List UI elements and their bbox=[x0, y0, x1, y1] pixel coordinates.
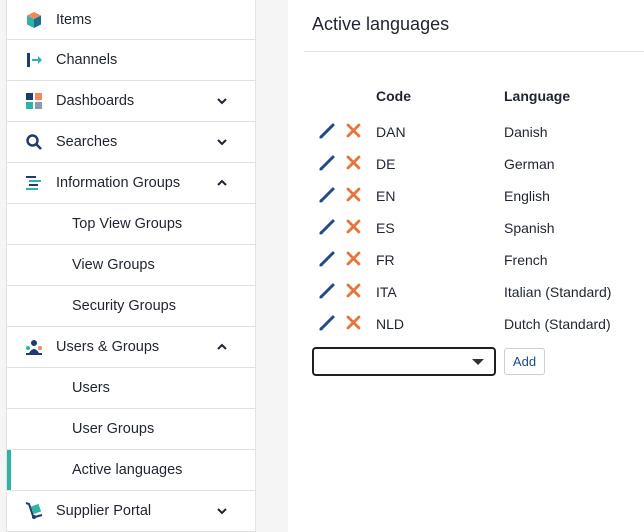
add-button[interactable]: Add bbox=[504, 348, 545, 375]
sidebar-item-label: Information Groups bbox=[56, 175, 181, 191]
sidebar-item-label: Security Groups bbox=[72, 298, 176, 314]
language-code: NLD bbox=[376, 316, 405, 332]
sidebar-item-label: View Groups bbox=[72, 257, 155, 273]
delete-x-icon[interactable] bbox=[346, 219, 361, 234]
language-code: DAN bbox=[376, 124, 406, 140]
language-code: EN bbox=[376, 188, 396, 204]
pencil-icon[interactable] bbox=[318, 154, 336, 172]
sidebar-item-label: Channels bbox=[56, 52, 118, 68]
sidebar-item-users-groups[interactable]: Users & Groups bbox=[7, 327, 255, 368]
sidebar-item-label: Users & Groups bbox=[56, 339, 160, 355]
pencil-icon[interactable] bbox=[318, 314, 336, 332]
sidebar-item-label: Items bbox=[56, 11, 92, 28]
sidebar-item-active-languages[interactable]: Active languages bbox=[7, 450, 255, 491]
sidebar-item-label: Users bbox=[72, 380, 110, 396]
sidebar-item-users[interactable]: Users bbox=[7, 368, 255, 409]
language-code: DE bbox=[376, 156, 396, 172]
delete-x-icon[interactable] bbox=[346, 123, 361, 138]
table-row: EN English bbox=[288, 180, 644, 212]
table-row: DAN Danish bbox=[288, 116, 644, 148]
table-row: NLD Dutch (Standard) bbox=[288, 308, 644, 340]
channel-arrow-icon bbox=[24, 50, 44, 70]
list-icon bbox=[24, 173, 44, 193]
sidebar-item-channels[interactable]: Channels bbox=[7, 40, 255, 81]
delete-x-icon[interactable] bbox=[346, 251, 361, 266]
language-code: FR bbox=[376, 252, 395, 268]
search-icon bbox=[24, 132, 44, 152]
users-icon bbox=[24, 337, 44, 357]
language-code: ITA bbox=[376, 284, 397, 300]
pencil-icon[interactable] bbox=[318, 122, 336, 140]
language-name: French bbox=[504, 252, 548, 268]
sidebar-item-user-groups[interactable]: User Groups bbox=[7, 409, 255, 450]
pencil-icon[interactable] bbox=[318, 186, 336, 204]
pencil-icon[interactable] bbox=[318, 218, 336, 236]
sidebar-item-label: Top View Groups bbox=[72, 216, 183, 232]
chevron-down-icon[interactable] bbox=[215, 504, 229, 518]
language-name: Italian (Standard) bbox=[504, 284, 612, 300]
hand-truck-icon bbox=[24, 501, 44, 521]
sidebar-item-label: Dashboards bbox=[56, 93, 135, 109]
sidebar-item-searches[interactable]: Searches bbox=[7, 122, 255, 163]
page-title: Active languages bbox=[312, 14, 450, 34]
sidebar-item-items[interactable]: Items bbox=[7, 0, 255, 40]
sidebar: Items Channels Dashboards Searches Infor… bbox=[6, 0, 256, 532]
language-select[interactable] bbox=[312, 347, 496, 376]
sidebar-item-label: Searches bbox=[56, 134, 118, 150]
sidebar-item-label: Supplier Portal bbox=[56, 503, 152, 519]
language-name: Dutch (Standard) bbox=[504, 316, 611, 332]
column-header-code: Code bbox=[376, 88, 411, 104]
chevron-down-icon[interactable] bbox=[215, 135, 229, 149]
chevron-up-icon[interactable] bbox=[215, 340, 229, 354]
dashboard-grid-icon bbox=[24, 91, 44, 111]
pencil-icon[interactable] bbox=[318, 282, 336, 300]
language-name: Danish bbox=[504, 124, 548, 140]
sidebar-item-label: Active languages bbox=[72, 462, 183, 478]
delete-x-icon[interactable] bbox=[346, 187, 361, 202]
pencil-icon[interactable] bbox=[318, 250, 336, 268]
language-code: ES bbox=[376, 220, 395, 236]
sidebar-item-dashboards[interactable]: Dashboards bbox=[7, 81, 255, 122]
delete-x-icon[interactable] bbox=[346, 283, 361, 298]
table-row: ES Spanish bbox=[288, 212, 644, 244]
language-name: Spanish bbox=[504, 220, 555, 236]
chevron-down-icon[interactable] bbox=[215, 94, 229, 108]
table-row: DE German bbox=[288, 148, 644, 180]
language-name: English bbox=[504, 188, 550, 204]
main-panel: Active languages Code Language DAN Danish… bbox=[288, 0, 644, 532]
title-divider bbox=[304, 51, 644, 52]
sidebar-item-view-groups[interactable]: View Groups bbox=[7, 245, 255, 286]
chevron-up-icon[interactable] bbox=[215, 176, 229, 190]
delete-x-icon[interactable] bbox=[346, 315, 361, 330]
sidebar-item-supplier-portal[interactable]: Supplier Portal bbox=[7, 491, 255, 532]
sidebar-item-information-groups[interactable]: Information Groups bbox=[7, 163, 255, 204]
table-row: ITA Italian (Standard) bbox=[288, 276, 644, 308]
language-name: German bbox=[504, 156, 555, 172]
sidebar-item-top-view-groups[interactable]: Top View Groups bbox=[7, 204, 255, 245]
column-header-language: Language bbox=[504, 88, 571, 104]
sidebar-item-security-groups[interactable]: Security Groups bbox=[7, 286, 255, 327]
sidebar-item-label: User Groups bbox=[72, 421, 155, 437]
dropdown-caret-icon bbox=[472, 359, 484, 365]
table-row: FR French bbox=[288, 244, 644, 276]
cube-icon bbox=[24, 10, 44, 30]
delete-x-icon[interactable] bbox=[346, 155, 361, 170]
